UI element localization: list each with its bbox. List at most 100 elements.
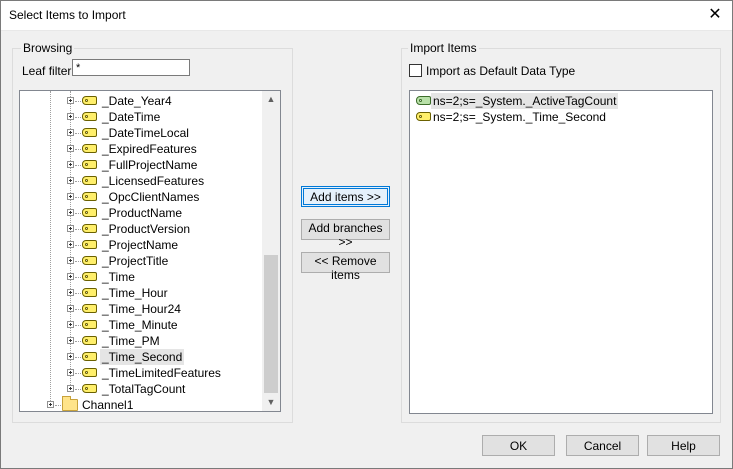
tree-item[interactable]: _TotalTagCount bbox=[20, 381, 260, 397]
expand-plus-icon[interactable] bbox=[67, 113, 74, 120]
tree-item[interactable]: _FullProjectName bbox=[20, 157, 260, 173]
expand-plus-icon[interactable] bbox=[67, 209, 74, 216]
import-items-list[interactable]: ns=2;s=_System._ActiveTagCount ns=2;s=_S… bbox=[409, 90, 713, 414]
tree-item[interactable]: _DateTime bbox=[20, 109, 260, 125]
tree-item-label: _DateTimeLocal bbox=[102, 126, 189, 140]
tree-item-label: _LicensedFeatures bbox=[102, 174, 205, 188]
tree-connector bbox=[75, 197, 81, 198]
tree-connector bbox=[75, 101, 81, 102]
scroll-up-arrow-icon[interactable]: ▲ bbox=[262, 91, 280, 108]
browse-tree[interactable]: _Date_Year4 _DateTime _DateTimeLocal _Expir… bbox=[19, 90, 281, 412]
scroll-down-arrow-icon[interactable]: ▼ bbox=[262, 394, 280, 411]
expand-plus-icon[interactable] bbox=[67, 145, 74, 152]
tree-item[interactable]: _Time bbox=[20, 269, 260, 285]
expand-plus-icon[interactable] bbox=[67, 385, 74, 392]
leaf-filter-input[interactable] bbox=[72, 59, 190, 76]
tree-item-label: _Time_PM bbox=[102, 334, 160, 348]
tag-icon bbox=[82, 288, 97, 297]
tree-item-label: _ProjectName bbox=[102, 238, 179, 252]
tree-item-label: _Time_Minute bbox=[102, 318, 178, 332]
tree-item[interactable]: _ExpiredFeatures bbox=[20, 141, 260, 157]
tree-item[interactable]: _TimeLimitedFeatures bbox=[20, 365, 260, 381]
tree-folder-item[interactable]: Channel1 bbox=[20, 396, 260, 411]
tag-icon bbox=[82, 384, 97, 393]
expand-plus-icon[interactable] bbox=[67, 129, 74, 136]
tag-icon bbox=[82, 96, 97, 105]
expand-plus-icon[interactable] bbox=[67, 193, 74, 200]
tree-item-label: _ProductName bbox=[102, 206, 183, 220]
expand-plus-icon[interactable] bbox=[67, 177, 74, 184]
tree-scrollbar[interactable]: ▲ ▼ bbox=[262, 91, 280, 411]
tree-item-label: _ProductVersion bbox=[102, 222, 191, 236]
tree-item[interactable]: _DateTimeLocal bbox=[20, 125, 260, 141]
expand-plus-icon[interactable] bbox=[67, 321, 74, 328]
tag-icon bbox=[82, 160, 97, 169]
tag-icon bbox=[82, 272, 97, 281]
leaf-filter-label: Leaf filter: bbox=[22, 64, 75, 78]
tree-connector bbox=[75, 309, 81, 310]
tree-connector bbox=[75, 229, 81, 230]
cancel-button[interactable]: Cancel bbox=[566, 435, 639, 456]
tree-item-label: _ExpiredFeatures bbox=[102, 142, 197, 156]
import-default-type-checkbox[interactable] bbox=[409, 64, 422, 77]
tree-connector bbox=[75, 165, 81, 166]
expand-plus-icon[interactable] bbox=[67, 353, 74, 360]
tree-item[interactable]: _Time_Minute bbox=[20, 317, 260, 333]
expand-plus-icon[interactable] bbox=[67, 369, 74, 376]
tag-icon bbox=[82, 144, 97, 153]
expand-plus-icon[interactable] bbox=[47, 401, 54, 408]
tree-item[interactable]: _Time_PM bbox=[20, 333, 260, 349]
tree-item[interactable]: _OpcClientNames bbox=[20, 189, 260, 205]
tag-icon bbox=[82, 256, 97, 265]
import-default-type-label: Import as Default Data Type bbox=[426, 64, 576, 78]
window-title: Select Items to Import bbox=[9, 8, 126, 22]
tree-item[interactable]: _Time_Hour24 bbox=[20, 301, 260, 317]
tree-connector bbox=[75, 245, 81, 246]
tree-item[interactable]: _ProjectTitle bbox=[20, 253, 260, 269]
tag-icon bbox=[82, 336, 97, 345]
import-item-label: ns=2;s=_System._Time_Second bbox=[433, 110, 606, 124]
ok-button[interactable]: OK bbox=[482, 435, 555, 456]
tree-item-label: _ProjectTitle bbox=[102, 254, 169, 268]
expand-plus-icon[interactable] bbox=[67, 161, 74, 168]
tag-icon bbox=[82, 192, 97, 201]
tree-item[interactable]: _Time_Second bbox=[20, 349, 260, 365]
tree-item-label: _Date_Year4 bbox=[102, 94, 172, 108]
tree-item[interactable]: _ProductVersion bbox=[20, 221, 260, 237]
expand-plus-icon[interactable] bbox=[67, 305, 74, 312]
tag-icon bbox=[82, 352, 97, 361]
tree-item-label: _Time_Second bbox=[100, 349, 185, 365]
tree-connector bbox=[75, 261, 81, 262]
tree-connector bbox=[75, 293, 81, 294]
expand-plus-icon[interactable] bbox=[67, 337, 74, 344]
help-button[interactable]: Help bbox=[647, 435, 720, 456]
tag-icon bbox=[82, 208, 97, 217]
close-button[interactable]: ✕ bbox=[697, 0, 733, 30]
expand-plus-icon[interactable] bbox=[67, 289, 74, 296]
browsing-group-label: Browsing bbox=[21, 41, 75, 55]
expand-plus-icon[interactable] bbox=[67, 97, 74, 104]
tree-item[interactable]: _ProjectName bbox=[20, 237, 260, 253]
add-branches-button[interactable]: Add branches >> bbox=[301, 219, 390, 249]
tree-item[interactable]: _Date_Year4 bbox=[20, 93, 260, 109]
tree-item-label: _FullProjectName bbox=[102, 158, 198, 172]
tree-item[interactable]: _LicensedFeatures bbox=[20, 173, 260, 189]
tag-icon bbox=[416, 112, 431, 121]
tag-icon bbox=[82, 304, 97, 313]
scroll-thumb[interactable] bbox=[264, 255, 278, 393]
tree-connector bbox=[75, 133, 81, 134]
folder-icon bbox=[62, 396, 78, 411]
tree-connector bbox=[75, 325, 81, 326]
tree-connector bbox=[75, 117, 81, 118]
import-item-label: ns=2;s=_System._ActiveTagCount bbox=[431, 93, 619, 109]
tag-icon bbox=[82, 368, 97, 377]
expand-plus-icon[interactable] bbox=[67, 225, 74, 232]
expand-plus-icon[interactable] bbox=[67, 241, 74, 248]
expand-plus-icon[interactable] bbox=[67, 273, 74, 280]
add-items-button[interactable]: Add items >> bbox=[301, 186, 390, 207]
tree-item[interactable]: _Time_Hour bbox=[20, 285, 260, 301]
tree-item[interactable]: _ProductName bbox=[20, 205, 260, 221]
remove-items-button[interactable]: << Remove items bbox=[301, 252, 390, 282]
tag-icon bbox=[82, 112, 97, 121]
expand-plus-icon[interactable] bbox=[67, 257, 74, 264]
